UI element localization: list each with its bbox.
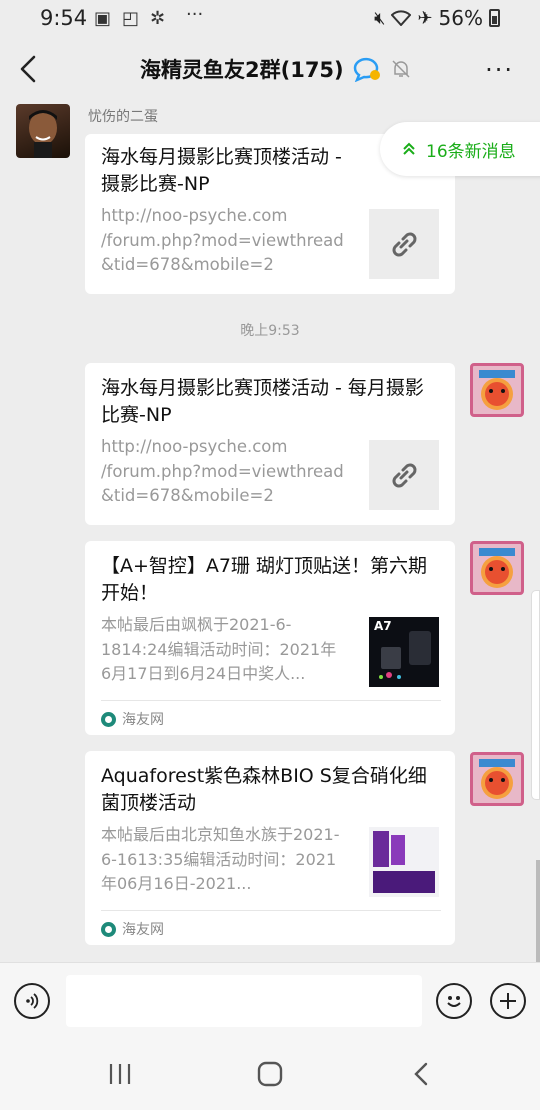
divider <box>101 700 441 701</box>
link-url: http://noo-psyche.com /forum.php?mod=vie… <box>101 206 344 274</box>
link-card[interactable]: 海水每月摄影比赛顶楼活动 - 每月摄影比赛-NP http://noo-psyc… <box>85 363 455 525</box>
link-title: 海水每月摄影比赛顶楼活动 - 每月摄影比赛-NP <box>101 377 424 426</box>
airplane-icon: ✈ <box>417 7 433 29</box>
message-input[interactable] <box>66 975 422 1027</box>
article-card[interactable]: 【A+智控】A7珊 瑚灯顶贴送！第六期开始！ 本帖最后由飒枫于2021-6-18… <box>85 541 455 735</box>
source-logo-icon <box>101 921 116 937</box>
new-messages-button[interactable]: 16条新消息 <box>380 122 540 176</box>
timestamp: 晚上9:53 <box>240 323 300 339</box>
plus-icon <box>500 993 516 1009</box>
sender-name: 忧伤的二蛋 <box>88 109 158 125</box>
avatar[interactable] <box>16 104 70 158</box>
notification-icon: ◰ <box>122 8 140 29</box>
overflow-dots: ··· <box>186 4 204 25</box>
article-card[interactable]: Aquaforest紫色森林BIO S复合硝化细菌顶楼活动 本帖最后由北京知鱼水… <box>85 751 455 945</box>
chat-header: 海精灵鱼友2群(175) ··· <box>0 38 540 100</box>
link-icon <box>369 440 439 510</box>
status-bar: 9:54 ▣ ◰ ✲ ··· 🔇︎ ✈ 56% <box>0 0 540 38</box>
input-bar <box>0 962 540 1040</box>
article-title: 【A+智控】A7珊 瑚灯顶贴送！第六期开始！ <box>101 555 428 604</box>
voice-button[interactable] <box>14 983 50 1019</box>
chat-area[interactable]: 忧伤的二蛋 海水每月摄影比赛顶楼活动 - 摄影比赛-NP http://noo-… <box>0 100 540 962</box>
scrollbar[interactable] <box>536 860 540 962</box>
accessibility-icon: ✲ <box>150 8 166 29</box>
avatar-self[interactable] <box>470 541 524 595</box>
double-chevron-up-icon <box>403 142 415 155</box>
image-icon: ▣ <box>94 8 112 29</box>
add-button[interactable] <box>490 983 526 1019</box>
avatar-self[interactable] <box>470 752 524 806</box>
battery-icon <box>489 9 500 27</box>
group-chat-icon <box>353 57 380 82</box>
article-source: 海友网 <box>101 919 164 939</box>
article-title: Aquaforest紫色森林BIO S复合硝化细菌顶楼活动 <box>101 765 427 814</box>
status-right: 🔇︎ ✈ 56% <box>374 6 500 30</box>
new-messages-label: 16条新消息 <box>426 141 516 162</box>
title-wrap: 海精灵鱼友2群(175) <box>140 54 412 84</box>
battery-percent: 56% <box>438 6 483 30</box>
status-time: 9:54 <box>40 6 88 30</box>
mute-bell-icon <box>392 60 410 78</box>
link-icon <box>369 209 439 279</box>
article-description: 本帖最后由北京知鱼水族于2021-6-1613:35编辑活动时间：2021年06… <box>101 825 340 893</box>
emoji-button[interactable] <box>436 983 472 1019</box>
article-thumbnail <box>369 827 439 897</box>
scroll-handle[interactable] <box>531 590 540 800</box>
article-thumbnail: A7 <box>369 617 439 687</box>
article-source: 海友网 <box>101 709 164 729</box>
divider <box>101 910 441 911</box>
more-options-button[interactable]: ··· <box>485 56 514 84</box>
recent-apps-icon[interactable] <box>106 1060 134 1088</box>
system-nav-bar <box>0 1040 540 1110</box>
avatar-self[interactable] <box>470 363 524 417</box>
link-title: 海水每月摄影比赛顶楼活动 - 摄影比赛-NP <box>101 146 342 195</box>
back-nav-icon[interactable] <box>408 1060 436 1088</box>
wifi-icon <box>391 10 412 26</box>
page-title: 海精灵鱼友2群(175) <box>140 58 344 82</box>
voice-icon <box>26 993 39 1009</box>
source-logo-icon <box>101 711 116 727</box>
mute-icon: 🔇︎ <box>374 7 386 29</box>
smiley-icon <box>447 996 461 1007</box>
link-url: http://noo-psyche.com /forum.php?mod=vie… <box>101 437 344 505</box>
article-description: 本帖最后由飒枫于2021-6-1814:24编辑活动时间：2021年6月17日到… <box>101 615 337 683</box>
back-arrow-icon[interactable] <box>14 52 44 86</box>
home-icon[interactable] <box>256 1060 284 1088</box>
